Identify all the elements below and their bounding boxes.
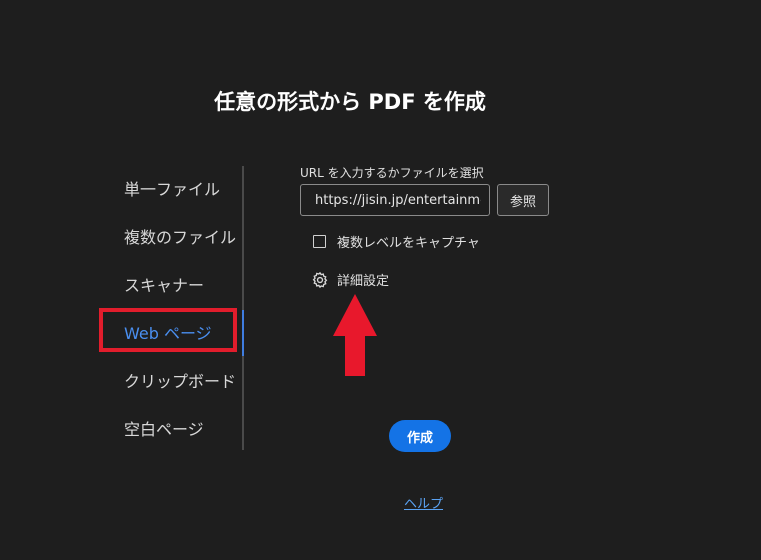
nav-item-scanner[interactable]: スキャナー [124,272,204,296]
capture-levels-option[interactable]: 複数レベルをキャプチャ [313,232,480,251]
nav-item-blank-page[interactable]: 空白ページ [124,416,204,440]
nav-item-single-file[interactable]: 単一ファイル [124,176,220,200]
nav-item-clipboard[interactable]: クリップボード [124,368,236,392]
help-link[interactable]: ヘルプ [404,493,443,512]
page-title: 任意の形式から PDF を作成 [214,90,486,114]
advanced-settings-label: 詳細設定 [337,274,390,289]
capture-levels-label: 複数レベルをキャプチャ [337,236,480,251]
create-pdf-dialog: 任意の形式から PDF を作成 単一ファイル 複数のファイル スキャナー Web… [0,0,761,560]
red-arrow-up-icon [333,294,377,376]
advanced-settings-button[interactable]: 詳細設定 [311,270,389,289]
url-input[interactable] [300,184,490,216]
url-label: URL を入力するかファイルを選択 [300,166,484,180]
create-button[interactable]: 作成 [389,420,451,452]
annotation-highlight-box [99,308,237,352]
capture-levels-checkbox[interactable] [313,235,326,248]
browse-button[interactable]: 参照 [497,184,549,216]
gear-icon [312,271,328,288]
nav-item-multiple-files[interactable]: 複数のファイル [124,224,236,248]
nav-active-indicator [242,310,244,356]
